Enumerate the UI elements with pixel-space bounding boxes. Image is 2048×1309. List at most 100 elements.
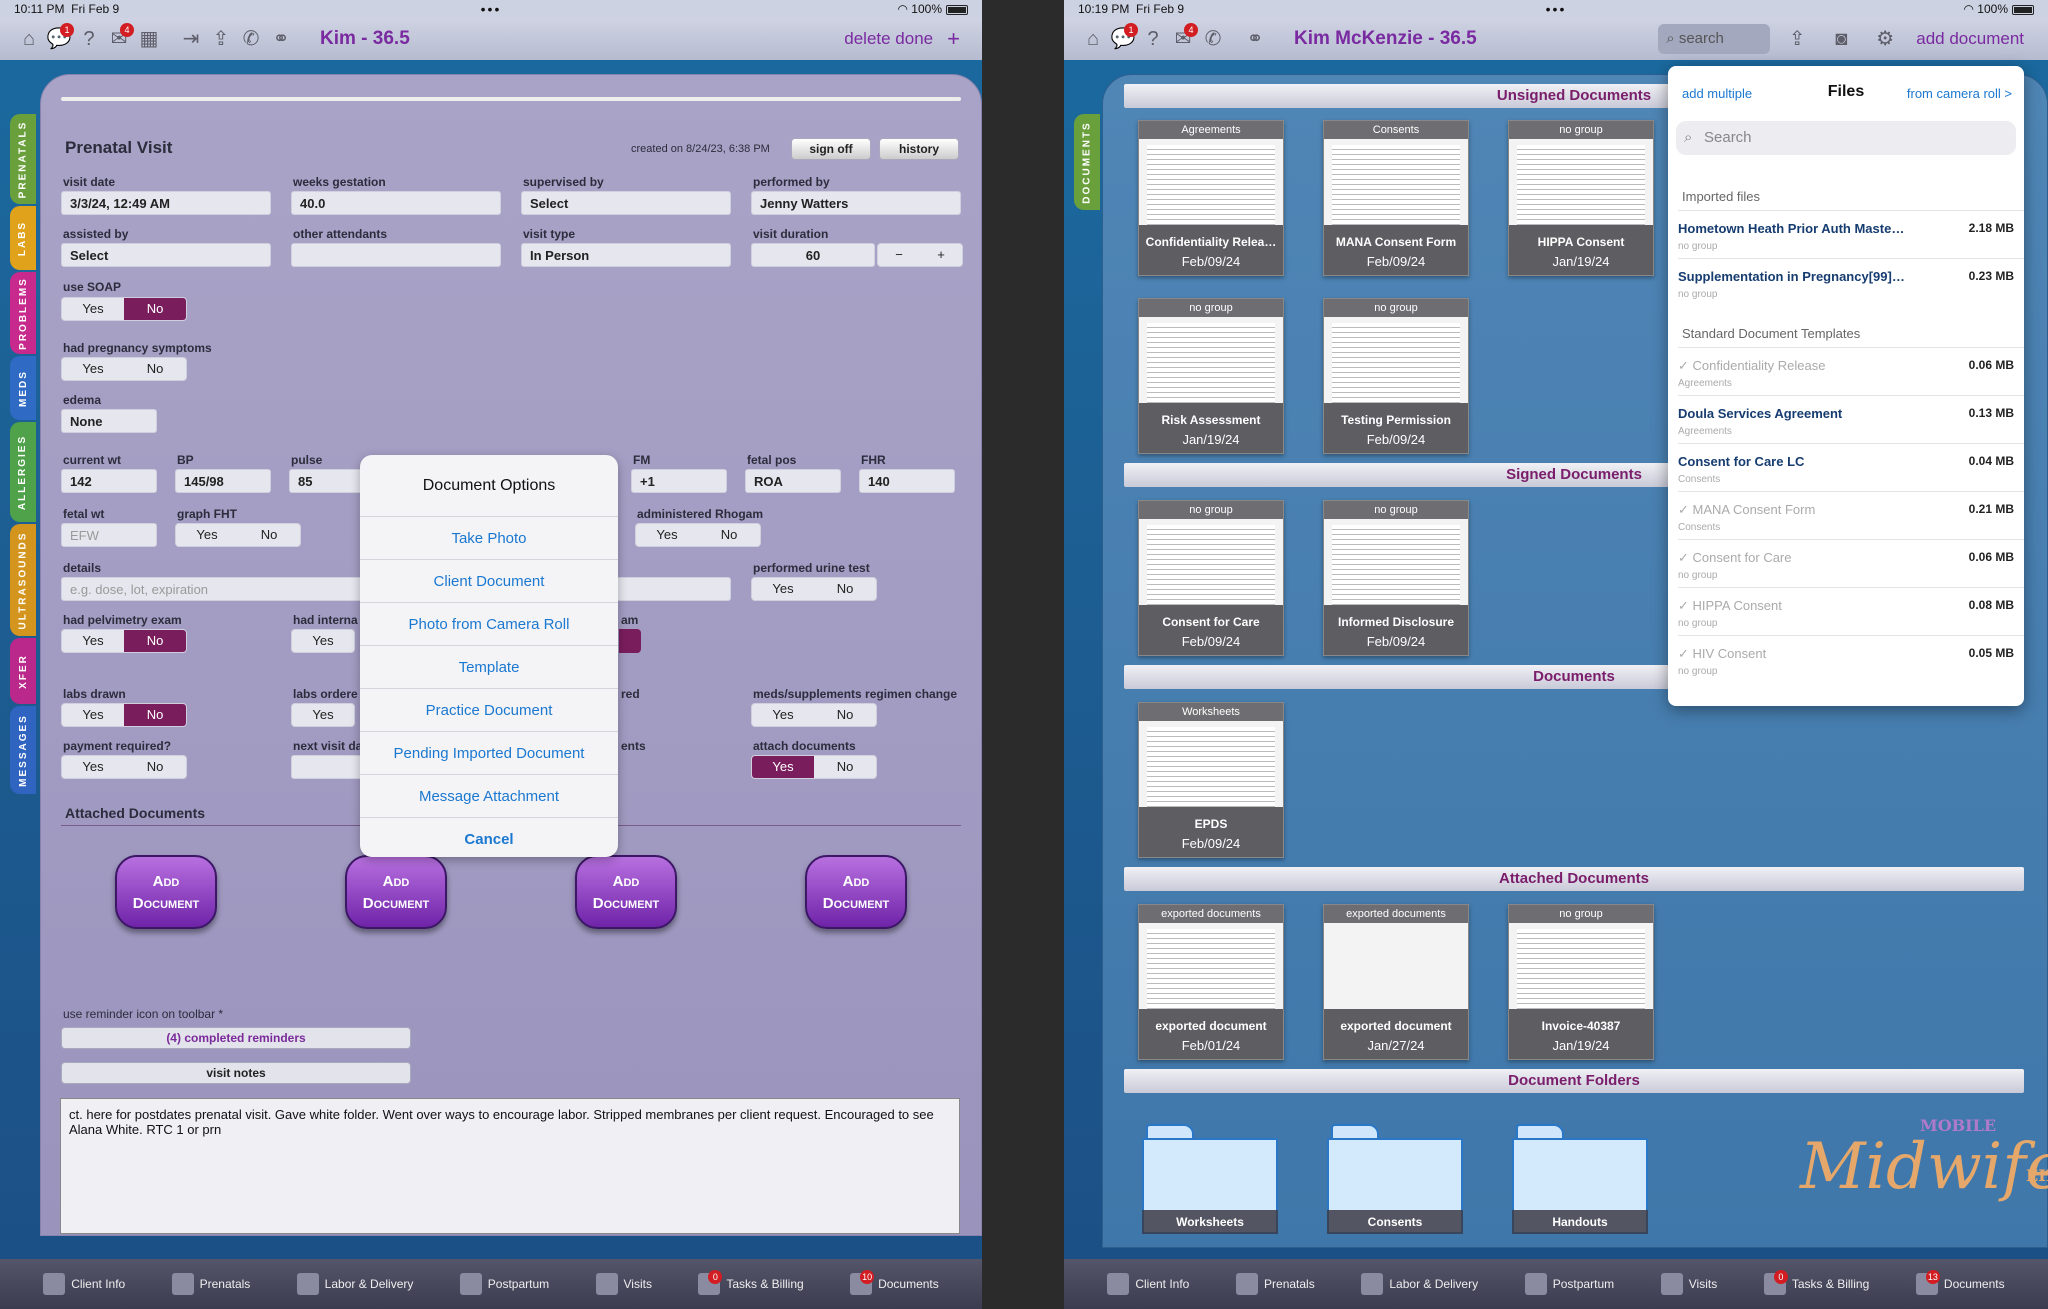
document-thumb[interactable]: no group Testing Permission Feb/09/24 [1323, 298, 1469, 454]
tab-tasks-billing[interactable]: 0 Tasks & Billing [1763, 1270, 1869, 1295]
tab-prenatals-bottom[interactable]: Prenatals [171, 1273, 250, 1295]
phone-icon[interactable]: ✆ [1200, 26, 1226, 52]
pulse-field[interactable]: 85 [289, 469, 369, 493]
search-input[interactable]: ⌕ search [1658, 24, 1771, 54]
document-thumb[interactable]: Worksheets EPDS Feb/09/24 [1138, 702, 1284, 858]
attach-no[interactable]: No [814, 756, 876, 778]
pelv-yes[interactable]: Yes [62, 630, 124, 652]
template-row[interactable]: ✓ Consent for Care 0.06 MB no group [1678, 539, 2024, 587]
symptoms-yes[interactable]: Yes [62, 358, 124, 380]
assisted-field[interactable]: Select [61, 243, 271, 267]
duration-stepper[interactable]: − + [877, 243, 963, 267]
meds-change-toggle[interactable]: Yes No [751, 703, 877, 727]
folder-icon[interactable]: Consents [1325, 1124, 1465, 1234]
help-icon[interactable]: ? [76, 26, 102, 52]
tab-postpartum[interactable]: Postpartum [1524, 1273, 1614, 1295]
pending-imported-option[interactable]: Pending Imported Document [360, 732, 618, 775]
meds-yes[interactable]: Yes [752, 704, 814, 726]
document-thumb[interactable]: Agreements Confidentiality Relea… Feb/09/2… [1138, 120, 1284, 276]
graph-fht-toggle[interactable]: Yes No [175, 523, 301, 547]
tab-problems[interactable]: PROBLEMS [10, 272, 36, 354]
template-row[interactable]: ✓ Confidentiality Release 0.06 MB Agreemen… [1678, 347, 2024, 395]
soap-toggle[interactable]: Yes No [61, 297, 187, 321]
fm-field[interactable]: +1 [631, 469, 727, 493]
add-document-button[interactable]: Add Document [115, 855, 217, 929]
share-icon[interactable]: ⇪ [208, 26, 234, 52]
delete-done-button[interactable]: delete done [844, 29, 933, 49]
tab-documents[interactable]: 10 Documents [850, 1270, 939, 1295]
rhogam-no[interactable]: No [698, 524, 760, 546]
tab-visits[interactable]: Visits [595, 1273, 652, 1295]
document-thumb[interactable]: no group Consent for Care Feb/09/24 [1138, 500, 1284, 656]
supervised-field[interactable]: Select [521, 191, 731, 215]
symptoms-toggle[interactable]: Yes No [61, 357, 187, 381]
minus-icon[interactable]: − [878, 244, 920, 266]
payment-toggle[interactable]: Yes No [61, 755, 187, 779]
messages-icon[interactable]: 💬 1 [46, 23, 74, 52]
tab-xfer[interactable]: XFER [10, 638, 36, 704]
document-thumb[interactable]: no group Invoice-40387 Jan/19/24 [1508, 904, 1654, 1060]
payment-no[interactable]: No [124, 756, 186, 778]
tab-prenatals[interactable]: PRENATALS [10, 114, 36, 204]
practice-document-option[interactable]: Practice Document [360, 689, 618, 732]
tab-postpartum[interactable]: Postpartum [459, 1273, 549, 1295]
signout-icon[interactable]: ⇥ [178, 26, 204, 52]
visit-type-field[interactable]: In Person [521, 243, 731, 267]
history-button[interactable]: history [879, 138, 959, 160]
labs-ordered-toggle[interactable]: Yes [291, 703, 355, 727]
labs-no[interactable]: No [124, 704, 186, 726]
tab-visits[interactable]: Visits [1660, 1273, 1717, 1295]
tab-prenatals-bottom[interactable]: Prenatals [1236, 1273, 1315, 1295]
calendar-icon[interactable]: ▦ [136, 26, 162, 52]
help-icon[interactable]: ? [1140, 26, 1166, 52]
phone-icon[interactable]: ✆ [238, 26, 264, 52]
tab-documents[interactable]: 13 Documents [1915, 1270, 2005, 1295]
rhogam-toggle[interactable]: Yes No [635, 523, 761, 547]
tab-messages[interactable]: MESSAGES [10, 706, 36, 794]
edema-field[interactable]: None [61, 409, 157, 433]
labsord-yes[interactable]: Yes [292, 704, 354, 726]
document-thumb[interactable]: exported documents exported document Jan/2… [1323, 904, 1469, 1060]
link-icon[interactable]: ⚭ [268, 26, 294, 52]
camera-icon[interactable]: ◙ [1828, 26, 1854, 52]
attendants-field[interactable] [291, 243, 501, 267]
visit-date-field[interactable]: 3/3/24, 12:49 AM [61, 191, 271, 215]
add-document-button[interactable]: Add Document [805, 855, 907, 929]
tab-client-info[interactable]: Client Info [1107, 1273, 1189, 1295]
link-icon[interactable]: ⚭ [1242, 26, 1268, 52]
duration-field[interactable]: 60 [751, 243, 875, 267]
take-photo-option[interactable]: Take Photo [360, 517, 618, 560]
completed-reminders-button[interactable]: (4) completed reminders [61, 1027, 411, 1049]
plus-icon[interactable]: + [920, 244, 962, 266]
graph-no[interactable]: No [238, 524, 300, 546]
weeks-field[interactable]: 40.0 [291, 191, 501, 215]
tab-documents-side[interactable]: DOCUMENTS [1074, 114, 1100, 210]
tab-labor-delivery[interactable]: Labor & Delivery [1361, 1273, 1478, 1295]
meds-no[interactable]: No [814, 704, 876, 726]
next-visit-field[interactable] [291, 755, 371, 779]
add-document-button[interactable]: Add Document [575, 855, 677, 929]
hidden-toggle-fragment[interactable] [619, 629, 641, 653]
fhr-field[interactable]: 140 [859, 469, 955, 493]
template-row[interactable]: ✓ HIV Consent 0.05 MB no group [1678, 635, 2024, 683]
tab-labs[interactable]: LABS [10, 206, 36, 270]
inbox-icon[interactable]: ✉ 4 [1170, 23, 1198, 52]
inbox-icon[interactable]: ✉ 4 [106, 23, 134, 52]
sign-off-button[interactable]: sign off [791, 138, 871, 160]
camera-roll-link[interactable]: from camera roll > [1907, 86, 2012, 101]
tab-allergies[interactable]: ALLERGIES [10, 422, 36, 522]
pelvimetry-toggle[interactable]: Yes No [61, 629, 187, 653]
message-attachment-option[interactable]: Message Attachment [360, 775, 618, 818]
bp-field[interactable]: 145/98 [175, 469, 271, 493]
urine-yes[interactable]: Yes [752, 578, 814, 600]
labs-yes[interactable]: Yes [62, 704, 124, 726]
attach-yes[interactable]: Yes [752, 756, 814, 778]
fetal-wt-field[interactable]: EFW [61, 523, 157, 547]
payment-yes[interactable]: Yes [62, 756, 124, 778]
rhogam-yes[interactable]: Yes [636, 524, 698, 546]
add-document-button[interactable]: Add Document [345, 855, 447, 929]
add-document-link[interactable]: add document [1916, 29, 2024, 49]
labs-drawn-toggle[interactable]: Yes No [61, 703, 187, 727]
urine-toggle[interactable]: Yes No [751, 577, 877, 601]
document-thumb[interactable]: no group Risk Assessment Jan/19/24 [1138, 298, 1284, 454]
